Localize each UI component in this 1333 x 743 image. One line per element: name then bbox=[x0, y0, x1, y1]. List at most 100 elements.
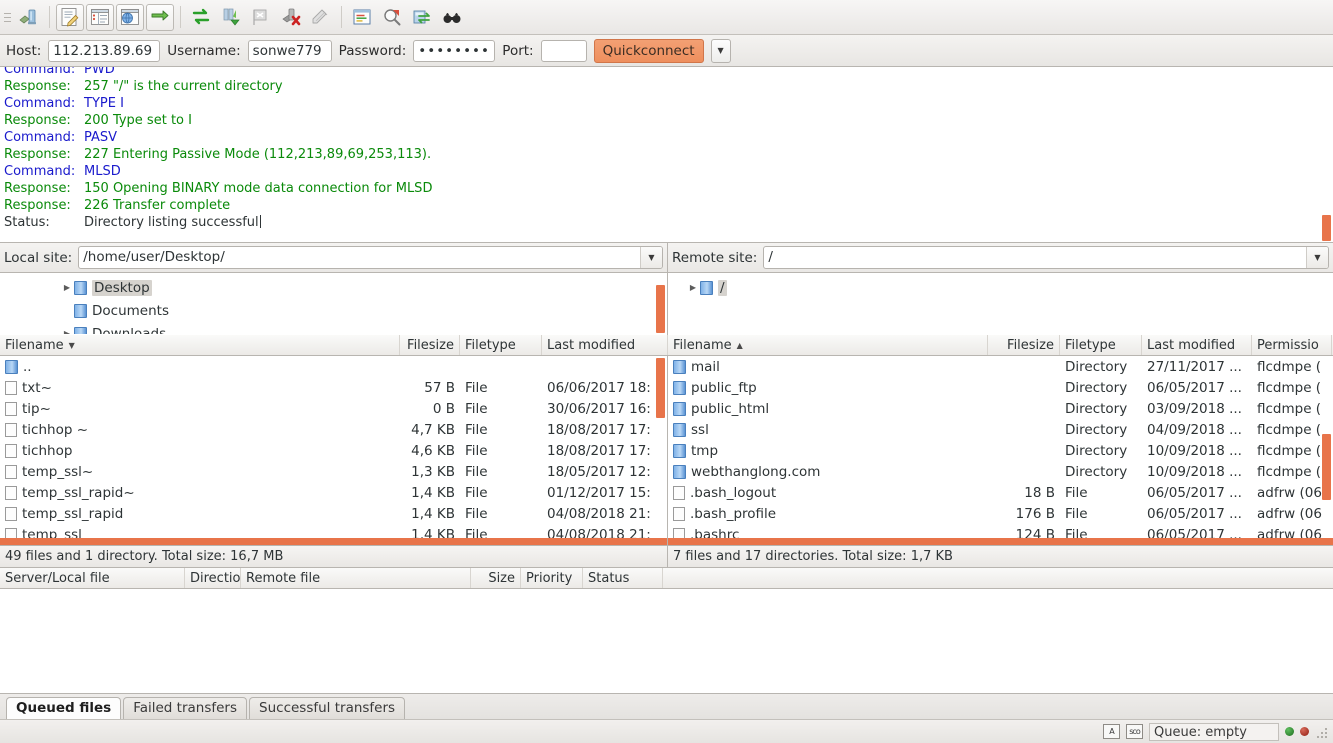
local-directory-tree[interactable]: ▶ Desktop Documents ▶ Downloads bbox=[0, 273, 667, 334]
queue-column-header[interactable]: Size bbox=[471, 568, 521, 588]
local-list-horizontal-scrollbar[interactable] bbox=[0, 538, 667, 545]
cell-perms: flcdmpe ( bbox=[1252, 359, 1332, 375]
cell-text: File bbox=[465, 400, 488, 417]
resize-grip[interactable] bbox=[1315, 726, 1327, 738]
remote-site-dropdown[interactable]: ▼ bbox=[1306, 247, 1328, 268]
local-site-input[interactable]: /home/user/Desktop/ bbox=[79, 247, 640, 268]
process-queue-button[interactable] bbox=[217, 4, 245, 31]
remote-file-row[interactable]: .bash_logout 18 B File 06/05/2017 ... adfrw … bbox=[668, 482, 1333, 503]
quickconnect-history-dropdown[interactable]: ▼ bbox=[710, 38, 731, 63]
cell-perms: flcdmpe ( bbox=[1252, 380, 1332, 396]
queue-tab[interactable]: Failed transfers bbox=[123, 697, 248, 719]
toolbar-drag-handle[interactable] bbox=[2, 5, 12, 29]
remote-column-header[interactable]: Filename ▲ bbox=[668, 335, 988, 355]
remote-file-row[interactable]: public_html Directory 03/09/2018 ... flcdmp… bbox=[668, 398, 1333, 419]
local-tree-item[interactable]: Documents bbox=[0, 299, 667, 322]
chevron-down-icon: ▼ bbox=[648, 253, 655, 262]
remote-directory-tree[interactable]: ▶ / bbox=[668, 273, 1333, 334]
local-file-row[interactable]: tichhop ~ 4,7 KB File 18/08/2017 17: bbox=[0, 419, 667, 440]
remote-column-header[interactable]: Permissio bbox=[1252, 335, 1332, 355]
remote-list-vertical-scrollbar[interactable] bbox=[1322, 434, 1331, 500]
compare-directories-button[interactable] bbox=[378, 4, 406, 31]
local-file-row[interactable]: tip~ 0 B File 30/06/2017 16: bbox=[0, 398, 667, 419]
queue-column-header[interactable]: Remote file bbox=[241, 568, 471, 588]
local-file-row[interactable]: .. bbox=[0, 356, 667, 377]
local-tree-item[interactable]: ▶ Downloads bbox=[0, 322, 667, 334]
port-input[interactable] bbox=[540, 39, 587, 62]
remote-site-input[interactable]: / bbox=[764, 247, 1306, 268]
reconnect-button[interactable] bbox=[307, 4, 335, 31]
local-column-header[interactable]: Last modified bbox=[542, 335, 668, 355]
toggle-message-log-button[interactable] bbox=[56, 3, 84, 31]
local-tree-vertical-scrollbar[interactable] bbox=[656, 285, 665, 333]
local-site-dropdown[interactable]: ▼ bbox=[640, 247, 662, 268]
log-line-label: Response: bbox=[4, 113, 71, 128]
remote-file-row[interactable]: mail Directory 27/11/2017 ... flcdmpe ( bbox=[668, 356, 1333, 377]
refresh-button[interactable] bbox=[187, 4, 215, 31]
cell-name: public_html bbox=[668, 401, 988, 417]
cell-text: 0 B bbox=[432, 400, 455, 417]
log-line-text: MLSD bbox=[84, 164, 121, 179]
remote-tree-item[interactable]: ▶ / bbox=[668, 276, 1333, 299]
filter-button[interactable] bbox=[348, 4, 376, 31]
local-file-row[interactable]: temp_ssl~ 1,3 KB File 18/05/2017 12: bbox=[0, 461, 667, 482]
toggle-transfer-queue-button[interactable] bbox=[146, 3, 174, 31]
remote-file-row[interactable]: public_ftp Directory 06/05/2017 ... flcdmpe… bbox=[668, 377, 1333, 398]
remote-file-row[interactable]: .bash_profile 176 B File 06/05/2017 ... adfr… bbox=[668, 503, 1333, 524]
local-column-header[interactable]: Filetype bbox=[460, 335, 542, 355]
cell-text: flcdmpe ( bbox=[1257, 463, 1322, 480]
host-input[interactable] bbox=[48, 39, 161, 62]
local-file-row[interactable]: tichhop 4,6 KB File 18/08/2017 17: bbox=[0, 440, 667, 461]
queue-column-header[interactable]: Status bbox=[583, 568, 663, 588]
remote-column-header[interactable]: Filetype bbox=[1060, 335, 1142, 355]
toggle-remote-tree-button[interactable] bbox=[116, 3, 144, 31]
remote-file-row[interactable]: ssl Directory 04/09/2018 ... flcdmpe ( bbox=[668, 419, 1333, 440]
local-column-header[interactable]: Filename ▼ bbox=[0, 335, 400, 355]
remote-file-list-rows[interactable]: mail Directory 27/11/2017 ... flcdmpe (publ… bbox=[668, 356, 1333, 545]
transfer-queue-body[interactable] bbox=[0, 589, 1333, 693]
cancel-operation-button[interactable] bbox=[247, 4, 275, 31]
toggle-local-tree-button[interactable] bbox=[86, 3, 114, 31]
local-site-combo[interactable]: /home/user/Desktop/ ▼ bbox=[78, 246, 663, 269]
queue-column-header[interactable]: Directio bbox=[185, 568, 241, 588]
cell-text: tmp bbox=[691, 442, 719, 459]
quickconnect-button[interactable]: Quickconnect bbox=[593, 38, 704, 63]
log-vertical-scrollbar[interactable] bbox=[1322, 215, 1331, 241]
local-column-header[interactable]: Filesize bbox=[400, 335, 460, 355]
remote-column-header[interactable]: Last modified bbox=[1142, 335, 1252, 355]
message-log-panel[interactable]: Command: PWD Response: 257 "/" is the curre… bbox=[0, 67, 1333, 243]
queue-column-header[interactable]: Server/Local file bbox=[0, 568, 185, 588]
remote-list-horizontal-scrollbar[interactable] bbox=[668, 538, 1333, 545]
remote-file-row[interactable]: webthanglong.com Directory 10/09/2018 ... f… bbox=[668, 461, 1333, 482]
tree-expander-icon[interactable]: ▶ bbox=[686, 283, 700, 292]
tree-expander-icon[interactable]: ▶ bbox=[60, 329, 74, 334]
local-tree-item[interactable]: ▶ Desktop bbox=[0, 276, 667, 299]
site-manager-button[interactable] bbox=[15, 4, 43, 31]
transfer-queue-header[interactable]: Server/Local file Directio Remote file Size… bbox=[0, 568, 1333, 589]
queue-column-header[interactable]: Priority bbox=[521, 568, 583, 588]
remote-file-list-header[interactable]: Filename ▲ Filesize Filetype Last modified Pe… bbox=[668, 335, 1333, 356]
find-files-button[interactable] bbox=[438, 4, 466, 31]
folder-icon bbox=[673, 380, 686, 395]
tree-expander-icon[interactable]: ▶ bbox=[60, 283, 74, 292]
local-file-row[interactable]: temp_ssl_rapid 1,4 KB File 04/08/2018 21: bbox=[0, 503, 667, 524]
remote-file-row[interactable]: tmp Directory 10/09/2018 ... flcdmpe ( bbox=[668, 440, 1333, 461]
local-file-list-header[interactable]: Filename ▼ Filesize Filetype Last modified bbox=[0, 335, 668, 356]
remote-column-header[interactable]: Filesize bbox=[988, 335, 1060, 355]
queue-tab[interactable]: Queued files bbox=[6, 697, 122, 719]
queue-tab[interactable]: Successful transfers bbox=[249, 697, 406, 719]
encryption-icon[interactable]: A bbox=[1103, 724, 1120, 739]
password-input[interactable] bbox=[413, 39, 496, 62]
local-file-row[interactable]: temp_ssl_rapid~ 1,4 KB File 01/12/2017 15: bbox=[0, 482, 667, 503]
local-file-list-rows[interactable]: .. txt~ 57 B File 06/06/2017 18: tip~ 0 B File 3… bbox=[0, 356, 667, 545]
disconnect-button[interactable] bbox=[277, 4, 305, 31]
username-input[interactable] bbox=[247, 39, 332, 62]
file-icon bbox=[5, 443, 17, 458]
remote-site-combo[interactable]: / ▼ bbox=[763, 246, 1329, 269]
synchronized-browsing-button[interactable] bbox=[408, 4, 436, 31]
log-line-label: Command: bbox=[4, 96, 76, 111]
transfer-speed-icon[interactable]: sco bbox=[1126, 724, 1143, 739]
local-file-row[interactable]: txt~ 57 B File 06/06/2017 18: bbox=[0, 377, 667, 398]
local-list-vertical-scrollbar[interactable] bbox=[656, 358, 665, 418]
cell-modified: 18/08/2017 17: bbox=[542, 422, 667, 438]
